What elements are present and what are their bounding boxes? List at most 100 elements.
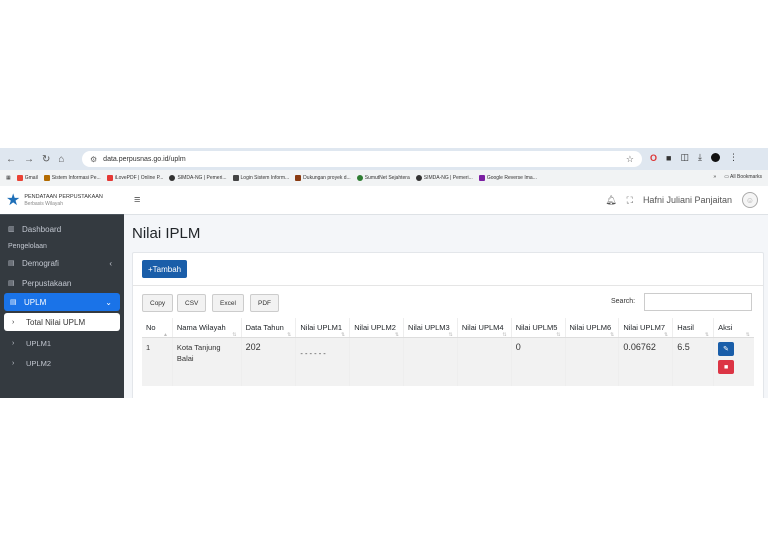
- url-field[interactable]: ⚙ data.perpusnas.go.id/uplm ☆: [82, 151, 642, 167]
- sort-icon: ⇅: [502, 332, 507, 338]
- avatar[interactable]: ☺: [742, 192, 758, 208]
- table-header-row: No ▲ Nama Wilayah ⇅ Data Tahun ⇅ Nilai UPLM…: [142, 318, 754, 338]
- column-header-nilai-uplm3[interactable]: Nilai UPLM3 ⇅: [403, 318, 458, 338]
- sort-icon: ⇅: [556, 332, 561, 338]
- bookmark-item[interactable]: SIMDA-NG | Pemeri...: [415, 175, 473, 181]
- sidebar-item-uplm[interactable]: ▤ UPLM ⌄: [4, 293, 120, 311]
- column-header-data-tahun[interactable]: Data Tahun ⇅: [240, 318, 296, 338]
- site-info-icon[interactable]: ⚙: [90, 155, 97, 164]
- column-header-nilai-uplm7[interactable]: Nilai UPLM7 ⇅: [618, 318, 673, 338]
- logo-star-icon: ★: [6, 192, 21, 209]
- top-navbar: ≡ 🔔︎ ⛶ Hafni Juliani Panjaitan ☺: [124, 186, 768, 215]
- column-header-nilai-uplm2[interactable]: Nilai UPLM2 ⇅: [349, 318, 404, 338]
- cell-data-tahun: 202: [240, 337, 296, 386]
- search-label: Search:: [611, 298, 636, 305]
- download-icon[interactable]: ⤓: [698, 152, 702, 163]
- puzzle-icon[interactable]: ◫: [680, 152, 689, 163]
- chevron-down-icon: ⌄: [105, 297, 112, 307]
- column-header-no[interactable]: No ▲: [142, 318, 173, 338]
- forward-icon[interactable]: →: [24, 154, 34, 165]
- add-button[interactable]: +Tambah: [142, 260, 188, 278]
- bookmark-star-icon[interactable]: ☆: [626, 154, 634, 165]
- data-card: +Tambah Copy CSV Excel PDF Search: No ▲ N…: [132, 252, 764, 398]
- site-icon: [415, 175, 422, 181]
- page-title: Nilai IPLM: [132, 225, 201, 242]
- sidebar-section-header: Pengelolaan: [8, 242, 47, 250]
- main-content: ≡ 🔔︎ ⛶ Hafni Juliani Panjaitan ☺ Nilai I…: [124, 186, 768, 398]
- bookmark-item[interactable]: Sistem Informasi Pe...: [43, 175, 101, 181]
- column-header-nilai-uplm4[interactable]: Nilai UPLM4 ⇅: [456, 318, 512, 338]
- bell-icon[interactable]: 🔔︎: [605, 195, 616, 206]
- home-icon[interactable]: ⌂: [58, 154, 64, 165]
- user-name[interactable]: Hafni Juliani Panjaitan: [643, 195, 732, 205]
- search-input[interactable]: [644, 293, 752, 311]
- apps-icon[interactable]: ▦: [6, 175, 11, 181]
- copy-button[interactable]: Copy: [142, 294, 174, 312]
- sidebar-item-perpustakaan[interactable]: ▤ Perpustakaan: [0, 273, 124, 293]
- sort-icon: ⇅: [704, 332, 710, 338]
- back-icon[interactable]: ←: [6, 154, 16, 165]
- cell-nilai-uplm5: 0: [510, 337, 566, 386]
- sort-icon: ⇅: [232, 332, 237, 338]
- bookmark-item[interactable]: SIMDA-NG | Pemeri...: [169, 175, 227, 181]
- sort-icon: ⇅: [664, 332, 669, 338]
- sort-icon: ⇅: [745, 332, 750, 338]
- cell-nilai-uplm7: 0.06762: [618, 337, 673, 386]
- sort-icon: ⇅: [394, 332, 400, 338]
- bookmark-item[interactable]: Dukungan proyek d...: [295, 175, 351, 181]
- file-icon: ▤: [8, 260, 15, 267]
- sidebar: ★ PENDATAAN PERPUSTAKAAN Berbasis Wilaya…: [0, 186, 124, 398]
- sidebar-item-total-nilai-uplm[interactable]: › Total Nilai UPLM: [4, 313, 120, 331]
- column-header-aksi[interactable]: Aksi ⇅: [713, 318, 754, 338]
- sort-icon: ⇅: [341, 332, 346, 338]
- excel-button[interactable]: Excel: [212, 294, 244, 312]
- iplm-table: No ▲ Nama Wilayah ⇅ Data Tahun ⇅ Nilai UPLM…: [142, 318, 754, 386]
- edit-button[interactable]: ✎: [718, 342, 735, 356]
- bookmark-item[interactable]: iLovePDF | Online P...: [106, 175, 163, 181]
- sort-icon: ⇅: [287, 332, 292, 338]
- sidebar-item-dashboard[interactable]: ▥ Dashboard: [0, 219, 124, 239]
- chevron-right-icon: ›: [12, 359, 15, 367]
- extension-icon[interactable]: ■: [666, 153, 671, 163]
- reload-icon[interactable]: ↻: [42, 154, 50, 165]
- cell-nilai-uplm2: [349, 337, 404, 386]
- brand[interactable]: ★ PENDATAAN PERPUSTAKAAN Berbasis Wilaya…: [0, 186, 124, 215]
- bookmarks-bar: ▦ Gmail Sistem Informasi Pe... iLovePDF …: [0, 170, 768, 187]
- site-icon: [169, 175, 176, 181]
- cell-nilai-uplm3: [403, 337, 458, 386]
- delete-button[interactable]: ■: [718, 360, 735, 374]
- screenshot: ← → ↻ ⌂ ⚙ data.perpusnas.go.id/uplm ☆ O …: [0, 148, 768, 398]
- building-icon: ▤: [8, 280, 15, 287]
- column-header-nilai-uplm5[interactable]: Nilai UPLM5 ⇅: [510, 318, 566, 338]
- hamburger-menu-icon[interactable]: ≡: [134, 194, 140, 206]
- more-bookmarks-icon[interactable]: »: [713, 174, 716, 180]
- menu-kebab-icon[interactable]: ⋮: [729, 152, 738, 163]
- bookmark-item[interactable]: Google Reverse Ima...: [478, 175, 537, 181]
- sidebar-item-uplm2[interactable]: › UPLM2: [0, 353, 124, 373]
- site-icon: [478, 175, 485, 181]
- fullscreen-icon[interactable]: ⛶: [627, 195, 633, 206]
- chevron-right-icon: ›: [12, 339, 15, 347]
- url-text: data.perpusnas.go.id/uplm: [103, 155, 186, 163]
- opera-extension-icon[interactable]: O: [650, 153, 657, 163]
- profile-icon[interactable]: [710, 153, 720, 162]
- pdf-button[interactable]: PDF: [250, 294, 279, 312]
- sidebar-item-demografi[interactable]: ▤ Demografi ‹: [0, 253, 124, 273]
- table-row: 1 Kota Tanjung Balai 202 - - - - - - 0 0…: [142, 337, 754, 386]
- cell-nilai-uplm4: [456, 337, 512, 386]
- sidebar-item-uplm1[interactable]: › UPLM1: [0, 333, 124, 353]
- bookmark-gmail[interactable]: Gmail: [16, 175, 38, 181]
- cell-nilai-uplm6: [564, 337, 619, 386]
- column-header-nilai-uplm6[interactable]: Nilai UPLM6 ⇅: [564, 318, 619, 338]
- csv-button[interactable]: CSV: [177, 294, 207, 312]
- bookmark-item[interactable]: Login Sistem Inform...: [232, 175, 289, 181]
- all-bookmarks[interactable]: ▭ All Bookmarks: [724, 174, 762, 180]
- chart-icon: ▥: [8, 226, 15, 233]
- chevron-left-icon: ‹: [109, 258, 112, 268]
- bookmark-item[interactable]: SumutNet Sejahtera: [356, 175, 410, 181]
- site-icon: [356, 175, 363, 181]
- cell-no: 1: [142, 337, 173, 386]
- column-header-nilai-uplm1[interactable]: Nilai UPLM1 ⇅: [295, 318, 350, 338]
- column-header-nama-wilayah[interactable]: Nama Wilayah ⇅: [171, 318, 242, 338]
- column-header-hasil[interactable]: Hasil ⇅: [672, 318, 714, 338]
